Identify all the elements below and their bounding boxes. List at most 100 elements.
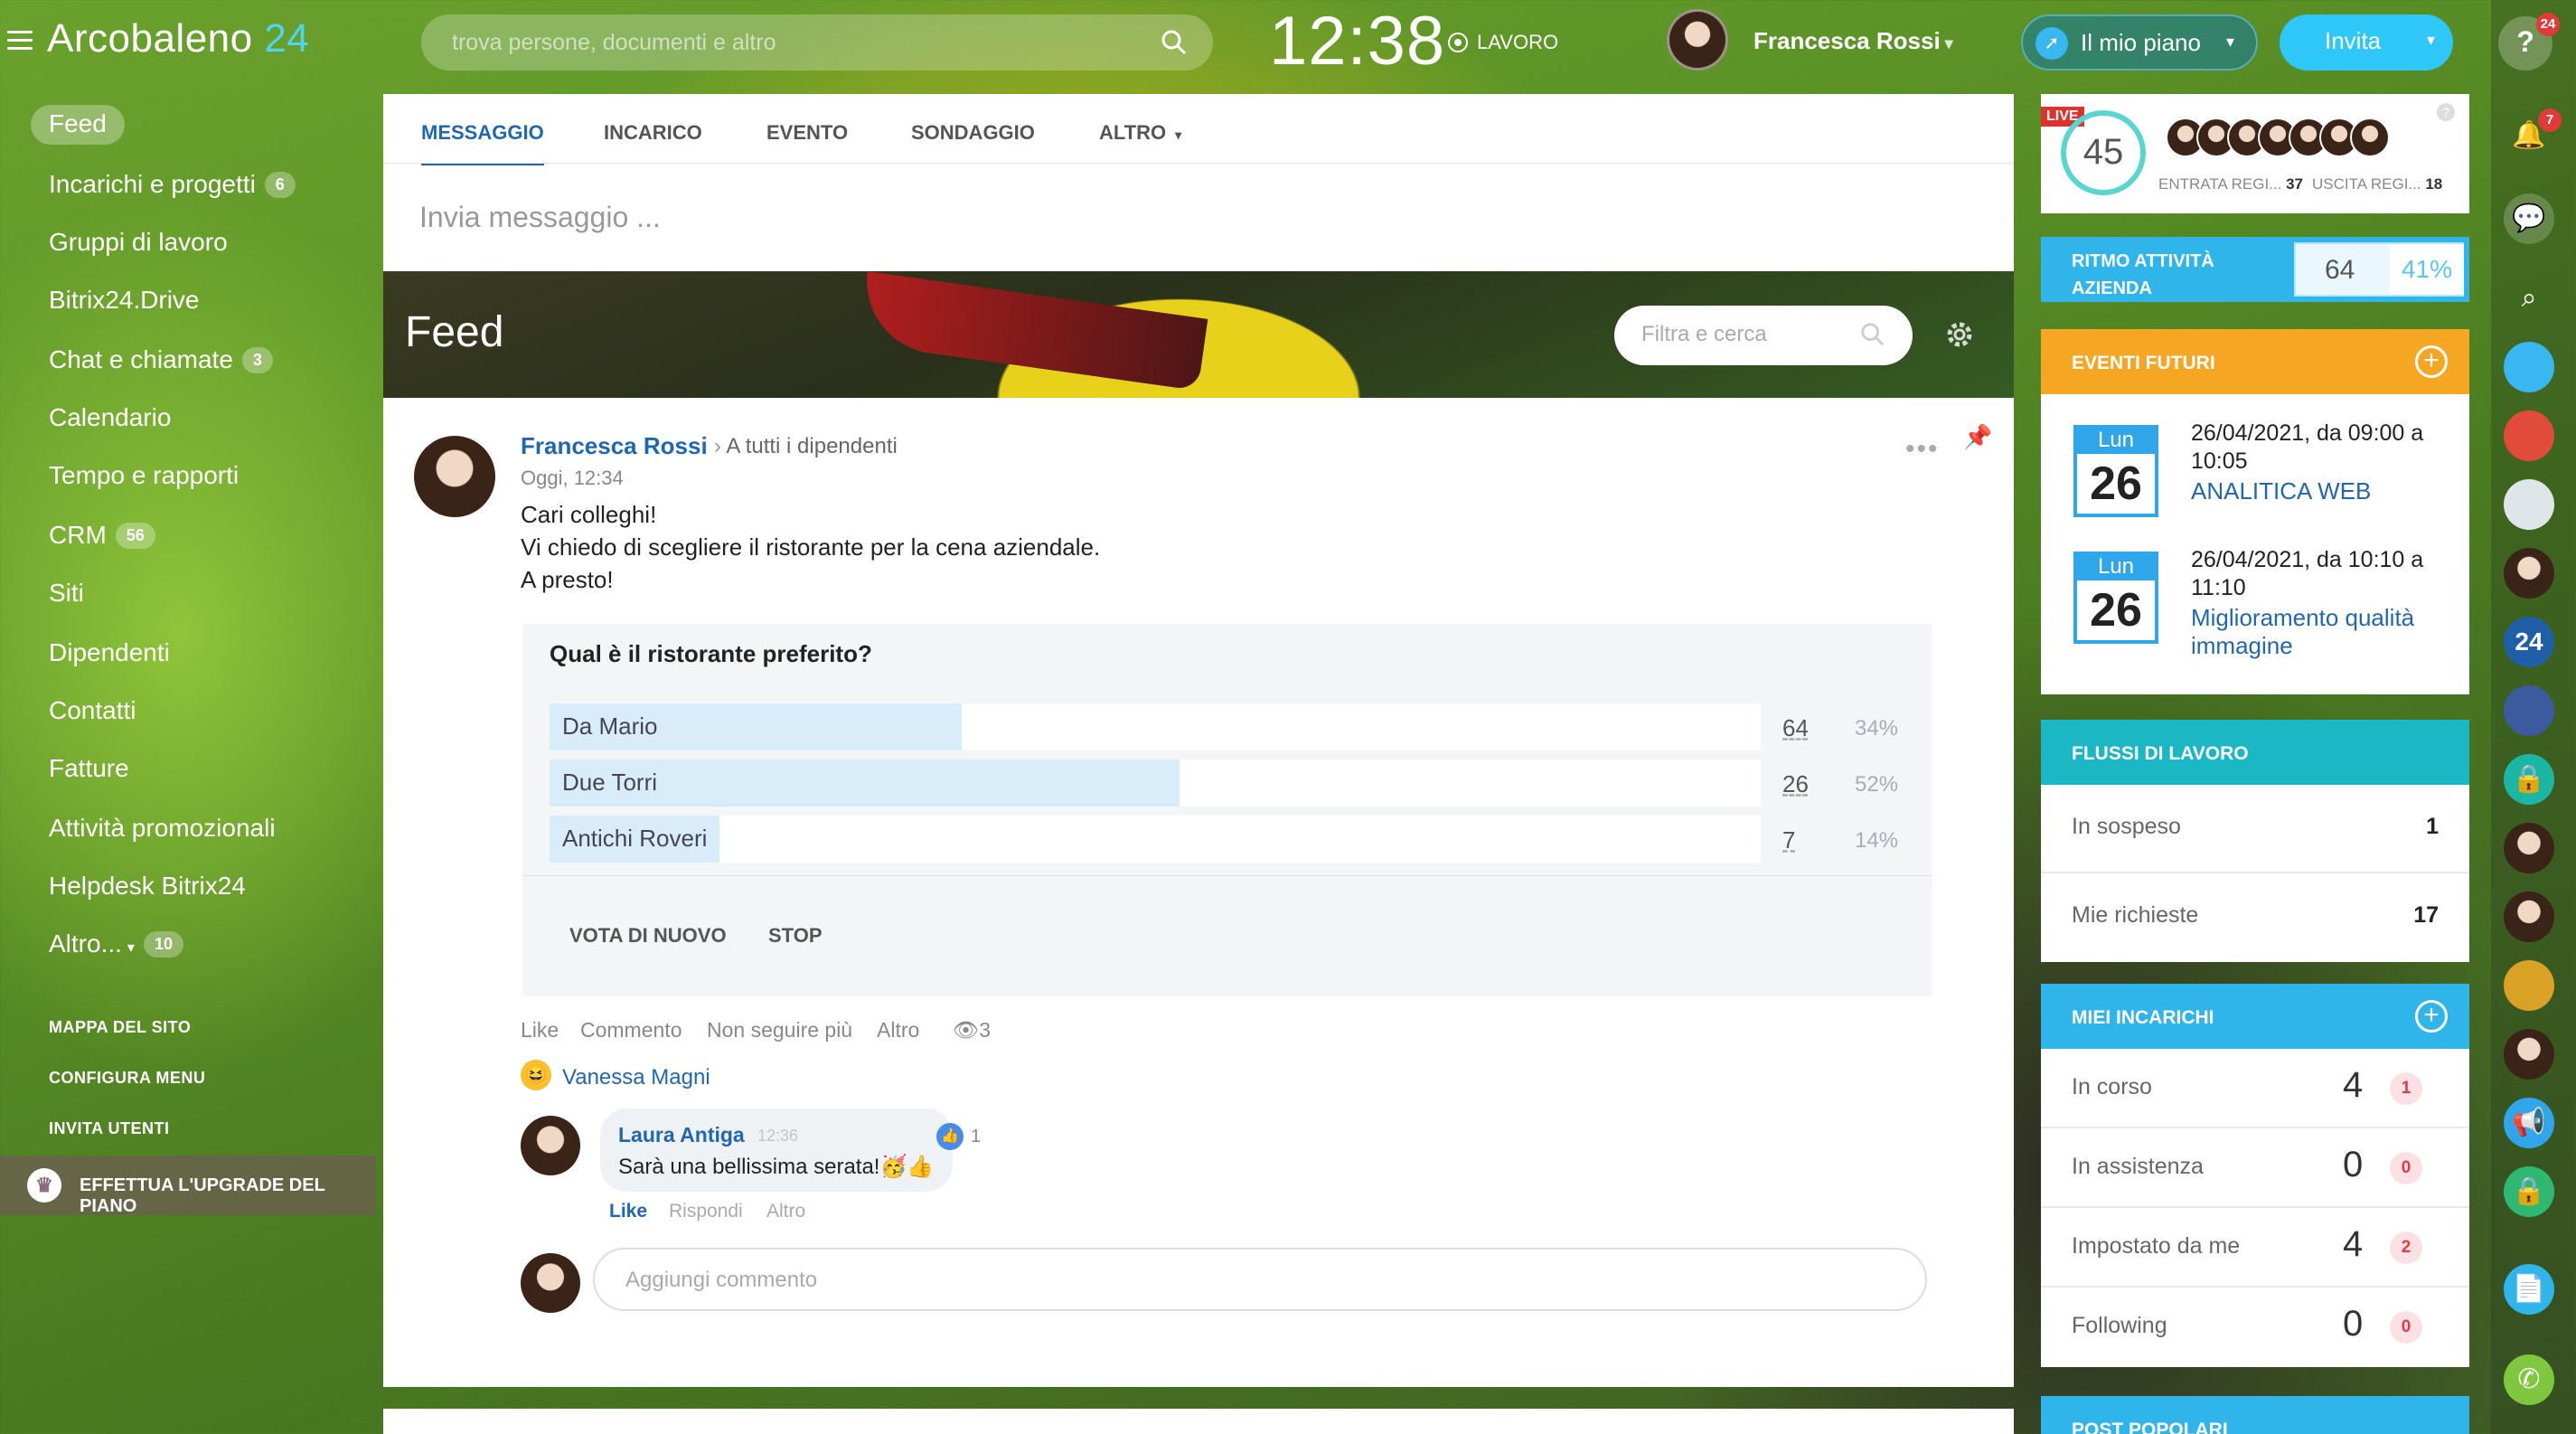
eye-icon: 👁 xyxy=(953,1018,980,1042)
configure-menu-link[interactable]: CONFIGURA MENU xyxy=(49,1069,205,1088)
add-comment-input[interactable]: Aggiungi commento xyxy=(593,1248,1927,1311)
work-status[interactable]: LAVORO xyxy=(1448,31,1558,54)
invite-users-link[interactable]: INVITA UTENTI xyxy=(49,1119,170,1138)
crown-icon: ♛ xyxy=(27,1168,61,1203)
sidebar-item-more[interactable]: Altro... ▾ 10 xyxy=(49,929,183,958)
gear-icon[interactable] xyxy=(1943,318,1976,351)
tab-task[interactable]: INCARICO xyxy=(604,121,702,145)
bitrix24-icon[interactable]: 24 xyxy=(2504,617,2554,667)
sidebar-item-contacts[interactable]: Contatti xyxy=(49,696,136,725)
reaction-user[interactable]: Vanessa Magni xyxy=(562,1065,710,1090)
add-event-icon[interactable]: + xyxy=(2415,345,2448,378)
poll-option[interactable]: Antichi Roveri xyxy=(550,816,1761,863)
sidebar-item-invoices[interactable]: Fatture xyxy=(49,754,129,783)
site-map-link[interactable]: MAPPA DEL SITO xyxy=(49,1018,191,1037)
chat-icon[interactable]: 💬 xyxy=(2504,193,2554,244)
comment-like-count[interactable]: 1 xyxy=(971,1127,981,1147)
post-author[interactable]: Francesca Rossi xyxy=(521,432,708,460)
like-link[interactable]: Like xyxy=(521,1018,559,1042)
invite-button[interactable]: Invita xyxy=(2280,14,2453,71)
laugh-reaction-icon[interactable]: 😆 xyxy=(521,1060,551,1090)
thumbs-up-icon[interactable]: 👍 xyxy=(936,1123,964,1150)
sidebar-item-chat[interactable]: Chat e chiamate 3 xyxy=(49,345,273,374)
poll-option-votes[interactable]: 26 xyxy=(1782,770,1809,798)
live-widget[interactable]: LIVE 45 ENTRATA REGI... 37 USCITA REGI..… xyxy=(2041,94,2469,213)
sidebar-item-workgroups[interactable]: Gruppi di lavoro xyxy=(49,228,228,257)
comment-author[interactable]: Laura Antiga xyxy=(618,1123,745,1147)
app-logo[interactable]: Arcobaleno 24 xyxy=(47,16,309,61)
poll-option-votes[interactable]: 64 xyxy=(1782,714,1809,742)
user-menu[interactable]: Francesca Rossi xyxy=(1753,27,1953,55)
stop-poll-button[interactable]: STOP xyxy=(768,924,823,948)
group-avatar[interactable] xyxy=(2504,479,2554,530)
my-plan-button[interactable]: ➚ Il mio piano xyxy=(2021,14,2258,71)
vote-again-button[interactable]: VOTA DI NUOVO xyxy=(569,924,727,948)
comment-like-link[interactable]: Like xyxy=(609,1201,647,1222)
task-row[interactable]: In assistenza 0 0 xyxy=(2041,1128,2469,1208)
help-icon[interactable]: ? xyxy=(2437,103,2455,121)
user-icon[interactable] xyxy=(2504,410,2554,461)
views-counter[interactable]: 👁3 xyxy=(953,1018,991,1042)
workflow-row[interactable]: Mie richieste 17 xyxy=(2041,873,2469,962)
filter-search-input[interactable]: Filtra e cerca xyxy=(1614,306,1913,365)
avatar[interactable] xyxy=(2504,892,2554,942)
pin-icon[interactable]: 📌 xyxy=(1963,423,1992,451)
event-link[interactable]: Miglioramento qualità immagine xyxy=(2191,604,2453,660)
notifications-badge: 7 xyxy=(2538,108,2562,132)
post-time[interactable]: Oggi, 12:34 xyxy=(521,467,624,490)
comment-reply-link[interactable]: Rispondi xyxy=(669,1201,743,1222)
task-row[interactable]: Following 0 0 xyxy=(2041,1288,2469,1367)
more-link[interactable]: Altro xyxy=(877,1018,919,1042)
avatar[interactable] xyxy=(2504,823,2554,873)
sidebar-item-calendar[interactable]: Calendario xyxy=(49,403,171,432)
sidebar-item-time-reports[interactable]: Tempo e rapporti xyxy=(49,461,239,490)
menu-burger-icon[interactable] xyxy=(7,31,33,51)
sidebar-item-sites[interactable]: Siti xyxy=(49,579,84,608)
sidebar-item-employees[interactable]: Dipendenti xyxy=(49,638,170,667)
avatar[interactable] xyxy=(2504,960,2554,1011)
search-input[interactable]: trova persone, documenti e altro xyxy=(421,14,1213,71)
post-recipients[interactable]: A tutti i dipendenti xyxy=(714,434,897,459)
comment-more-link[interactable]: Altro xyxy=(766,1201,805,1222)
document-icon[interactable]: 📄 xyxy=(2504,1264,2554,1315)
poll-option[interactable]: Da Mario xyxy=(550,703,1761,750)
phone-icon[interactable]: ✆ xyxy=(2504,1354,2554,1405)
upgrade-plan-button[interactable]: ♛ EFFETTUA L'UPGRADE DEL PIANO xyxy=(0,1156,376,1216)
event-link[interactable]: ANALITICA WEB xyxy=(2191,477,2453,505)
live-count: 45 xyxy=(2061,110,2146,195)
sidebar-item-drive[interactable]: Bitrix24.Drive xyxy=(49,286,199,315)
sidebar-item-promotions[interactable]: Attività promozionali xyxy=(49,814,276,843)
tab-poll[interactable]: SONDAGGIO xyxy=(911,121,1035,145)
search-icon[interactable]: ⌕ xyxy=(2504,273,2554,324)
post-author-avatar[interactable] xyxy=(414,436,495,517)
tab-event[interactable]: EVENTO xyxy=(766,121,848,145)
post-text-line: Vi chiedo di scegliere il ristorante per… xyxy=(521,533,1101,561)
sidebar-item-crm[interactable]: CRM 56 xyxy=(49,521,155,550)
message-input[interactable]: Invia messaggio ... xyxy=(419,201,661,234)
comment-author-avatar[interactable] xyxy=(521,1116,580,1175)
workflow-row[interactable]: In sospeso 1 xyxy=(2041,785,2469,873)
activity-pulse-widget[interactable]: RITMO ATTIVITÀ AZIENDA 64 41% xyxy=(2041,237,2469,302)
group-chat-icon[interactable] xyxy=(2504,342,2554,392)
group-avatar[interactable] xyxy=(2504,685,2554,736)
avatar[interactable] xyxy=(2504,1029,2554,1080)
tab-more[interactable]: ALTRO ▾ xyxy=(1099,121,1181,145)
tab-message[interactable]: MESSAGGIO xyxy=(421,121,544,165)
more-options-icon[interactable]: ••• xyxy=(1905,434,1940,465)
lock-icon[interactable]: 🔒 xyxy=(2504,754,2554,805)
task-row[interactable]: Impostato da me 4 2 xyxy=(2041,1208,2469,1288)
task-row[interactable]: In corso 4 1 xyxy=(2041,1049,2469,1128)
add-task-icon[interactable]: + xyxy=(2415,1000,2448,1033)
sidebar-item-tasks[interactable]: Incarichi e progetti 6 xyxy=(49,170,296,199)
clock[interactable]: 12:38 xyxy=(1269,2,1445,80)
poll-option-votes[interactable]: 7 xyxy=(1782,826,1795,854)
user-avatar[interactable] xyxy=(1667,9,1728,71)
poll-option[interactable]: Due Torri xyxy=(550,759,1761,807)
avatar[interactable] xyxy=(2504,548,2554,599)
unfollow-link[interactable]: Non seguire più xyxy=(707,1018,852,1042)
sidebar-item-helpdesk[interactable]: Helpdesk Bitrix24 xyxy=(49,872,246,901)
sidebar-item-feed[interactable]: Feed xyxy=(31,105,125,145)
lock-icon[interactable]: 🔒 xyxy=(2504,1166,2554,1217)
megaphone-icon[interactable]: 📢 xyxy=(2504,1098,2554,1148)
comment-link[interactable]: Commento xyxy=(580,1018,682,1042)
